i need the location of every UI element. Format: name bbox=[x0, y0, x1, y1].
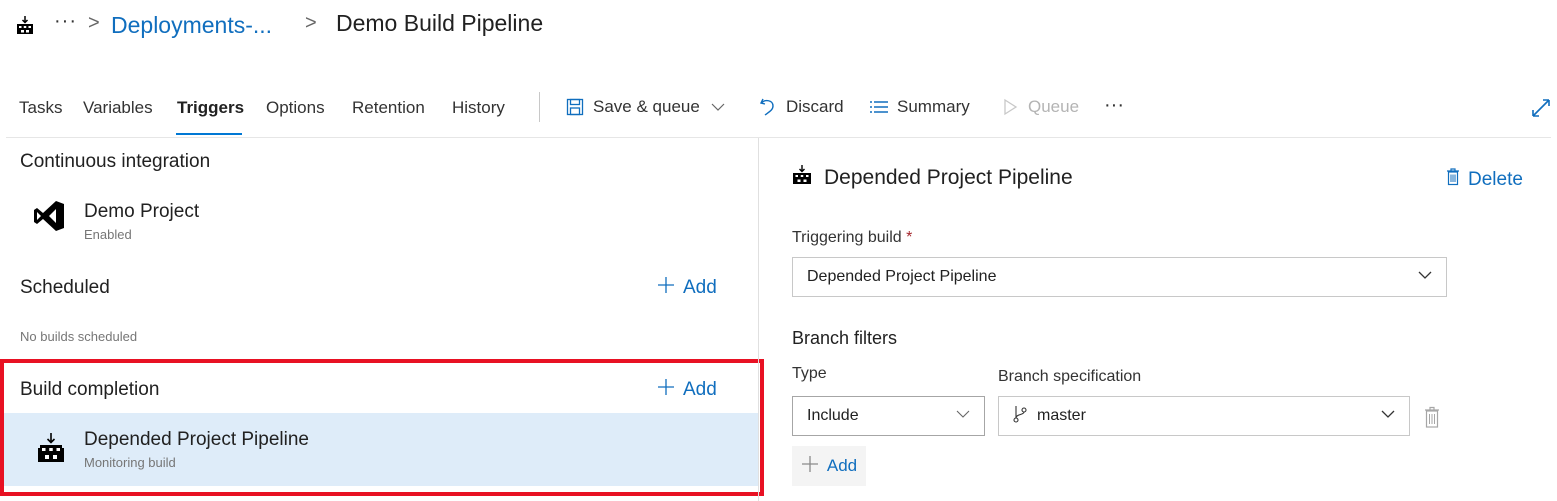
breadcrumb-more-button[interactable]: ··· bbox=[54, 10, 77, 33]
filter-type-value: Include bbox=[807, 407, 859, 424]
tab-triggers[interactable]: Triggers bbox=[177, 98, 244, 118]
save-icon bbox=[565, 97, 585, 117]
tab-options[interactable]: Options bbox=[266, 98, 325, 118]
plus-icon bbox=[657, 276, 675, 300]
plus-icon bbox=[801, 455, 819, 478]
build-pipeline-icon bbox=[792, 165, 812, 185]
required-marker: * bbox=[906, 229, 913, 246]
branch-spec-value: master bbox=[1037, 407, 1086, 424]
queue-button[interactable]: Queue bbox=[1000, 97, 1079, 117]
scheduled-section-title: Scheduled bbox=[20, 277, 110, 298]
toolbar-divider bbox=[539, 92, 540, 122]
summary-label: Summary bbox=[897, 97, 970, 116]
remove-filter-trash-icon[interactable] bbox=[1424, 406, 1440, 428]
page-title: Demo Build Pipeline bbox=[336, 10, 544, 36]
add-schedule-label: Add bbox=[683, 277, 717, 298]
highlight-annotation-box bbox=[0, 359, 764, 496]
panel-divider bbox=[758, 138, 759, 501]
build-pipeline-icon bbox=[16, 16, 34, 34]
discard-label: Discard bbox=[786, 97, 844, 116]
triggering-build-dropdown[interactable]: Depended Project Pipeline bbox=[792, 257, 1447, 297]
summary-button[interactable]: Summary bbox=[869, 97, 970, 117]
triggering-build-label: Triggering build * bbox=[792, 229, 912, 247]
tab-retention[interactable]: Retention bbox=[352, 98, 425, 118]
tab-tasks[interactable]: Tasks bbox=[19, 98, 62, 118]
breadcrumb-separator: > bbox=[305, 12, 317, 34]
breadcrumb-separator: > bbox=[88, 12, 100, 34]
chevron-down-icon bbox=[1418, 268, 1432, 287]
play-icon bbox=[1000, 97, 1020, 117]
triggering-build-label-text: Triggering build bbox=[792, 229, 902, 246]
chevron-down-icon bbox=[956, 407, 970, 426]
triggering-build-value: Depended Project Pipeline bbox=[807, 268, 997, 285]
branch-filters-title: Branch filters bbox=[792, 328, 898, 348]
discard-button[interactable]: Discard bbox=[758, 97, 844, 117]
no-schedules-text: No builds scheduled bbox=[20, 329, 138, 344]
save-queue-button[interactable]: Save & queue bbox=[565, 97, 728, 117]
undo-icon bbox=[758, 97, 778, 117]
add-branch-filter-label: Add bbox=[826, 456, 858, 475]
branch-spec-content: master bbox=[1013, 405, 1086, 428]
trash-icon bbox=[1446, 168, 1460, 192]
expand-icon[interactable] bbox=[1530, 97, 1552, 119]
queue-label: Queue bbox=[1028, 97, 1080, 116]
chevron-down-icon bbox=[1381, 407, 1395, 426]
more-actions-button[interactable]: ··· bbox=[1104, 94, 1124, 117]
ci-item-name[interactable]: Demo Project bbox=[84, 201, 199, 223]
type-label: Type bbox=[792, 365, 827, 382]
save-queue-label: Save & queue bbox=[593, 97, 700, 116]
git-branch-icon bbox=[1013, 405, 1027, 428]
branch-spec-label: Branch specification bbox=[998, 368, 1142, 385]
ci-section-title: Continuous integration bbox=[20, 151, 211, 172]
tab-history[interactable]: History bbox=[452, 98, 505, 118]
header-divider bbox=[6, 137, 1551, 138]
breadcrumb-parent-link[interactable]: Deployments-... bbox=[111, 12, 272, 39]
branch-spec-dropdown[interactable]: master bbox=[998, 396, 1410, 436]
chevron-down-icon[interactable] bbox=[708, 97, 728, 117]
ci-item-status: Enabled bbox=[84, 227, 132, 242]
add-schedule-button[interactable]: Add bbox=[657, 276, 717, 300]
delete-label: Delete bbox=[1468, 169, 1523, 190]
delete-trigger-button[interactable]: Delete bbox=[1446, 168, 1523, 192]
visual-studio-icon bbox=[32, 199, 68, 233]
add-branch-filter-button[interactable]: Add bbox=[792, 446, 866, 486]
trigger-detail-title: Depended Project Pipeline bbox=[824, 166, 1073, 189]
tab-variables[interactable]: Variables bbox=[83, 98, 153, 118]
active-tab-indicator bbox=[176, 133, 242, 135]
list-icon bbox=[869, 97, 889, 117]
filter-type-dropdown[interactable]: Include bbox=[792, 396, 985, 436]
